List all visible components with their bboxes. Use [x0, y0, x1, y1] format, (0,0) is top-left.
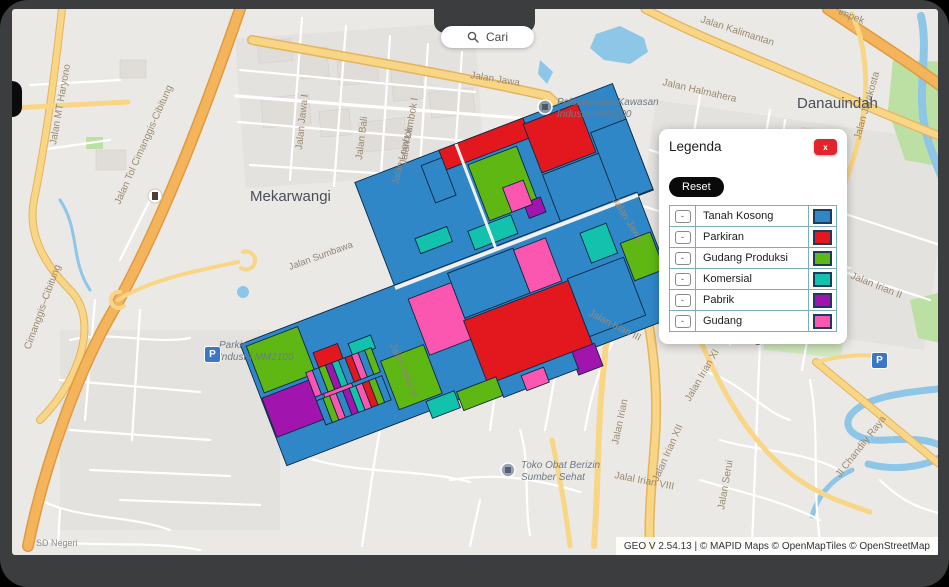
- svg-text:SD Negeri: SD Negeri: [36, 538, 78, 548]
- search-input[interactable]: Cari: [441, 26, 534, 48]
- svg-text:Industri MM2100: Industri MM2100: [219, 352, 294, 363]
- svg-text:Danauindah: Danauindah: [797, 95, 878, 112]
- map-attribution: GEO V 2.54.13 | © MAPID Maps © OpenMapTi…: [616, 537, 938, 555]
- search-icon: [467, 31, 479, 43]
- svg-text:Toko Obat Berizin: Toko Obat Berizin: [521, 460, 601, 471]
- legend-item-label: Pabrik: [696, 290, 808, 310]
- legend-row: - Parkiran: [669, 226, 837, 248]
- legend-item-label: Komersial: [696, 269, 808, 289]
- legend-color-swatch: [813, 314, 832, 329]
- legend-item-label: Tanah Kosong: [696, 206, 808, 226]
- legend-row: - Gudang: [669, 310, 837, 332]
- sidebar-collapse-handle[interactable]: [12, 81, 22, 117]
- app-window: Jalan MT Haryono Jalan Tol Cimanggis-Cib…: [0, 0, 949, 587]
- svg-text:Cimanggis–Cibitung: Cimanggis–Cibitung: [22, 263, 63, 351]
- legend-close-button[interactable]: x: [814, 139, 837, 155]
- legend-panel: Legenda x Reset - Tanah Kosong - Parkira…: [659, 129, 847, 344]
- legend-toggle-button[interactable]: -: [675, 210, 691, 223]
- legend-row: - Tanah Kosong: [669, 205, 837, 227]
- parking-icon: P: [204, 346, 221, 363]
- legend-item-label: Gudang Produksi: [696, 248, 808, 268]
- legend-item-label: Gudang: [696, 311, 808, 331]
- svg-text:Mekarwangi: Mekarwangi: [250, 188, 331, 205]
- svg-text:Polsubsektor Kawasan: Polsubsektor Kawasan: [557, 97, 659, 108]
- legend-toggle-button[interactable]: -: [675, 315, 691, 328]
- legend-toggle-button[interactable]: -: [675, 252, 691, 265]
- svg-text:Jalan Sumbawa: Jalan Sumbawa: [287, 239, 355, 273]
- svg-text:Jalal Irian VIII: Jalal Irian VIII: [613, 470, 675, 492]
- legend-title: Legenda: [669, 139, 722, 154]
- search-placeholder: Cari: [486, 30, 508, 44]
- legend-toggle-button[interactable]: -: [675, 273, 691, 286]
- legend-item-label: Parkiran: [696, 227, 808, 247]
- svg-text:Sumber Sehat: Sumber Sehat: [521, 472, 586, 483]
- legend-color-swatch: [813, 230, 832, 245]
- svg-text:Industri MM2100: Industri MM2100: [557, 109, 632, 120]
- legend-toggle-button[interactable]: -: [675, 294, 691, 307]
- monument-icon: [148, 189, 162, 203]
- legend-color-swatch: [813, 209, 832, 224]
- pharmacy-icon: [501, 463, 515, 477]
- legend-toggle-button[interactable]: -: [675, 231, 691, 244]
- svg-text:Parkir: Parkir: [219, 340, 246, 351]
- legend-reset-button[interactable]: Reset: [669, 177, 724, 197]
- parking-icon: P: [871, 352, 888, 369]
- legend-color-swatch: [813, 293, 832, 308]
- police-station-icon: [538, 100, 552, 114]
- legend-row: - Pabrik: [669, 289, 837, 311]
- svg-text:Jalan Irian: Jalan Irian: [610, 398, 630, 445]
- legend-row: - Gudang Produksi: [669, 247, 837, 269]
- legend-row: - Komersial: [669, 268, 837, 290]
- legend-color-swatch: [813, 272, 832, 287]
- legend-color-swatch: [813, 251, 832, 266]
